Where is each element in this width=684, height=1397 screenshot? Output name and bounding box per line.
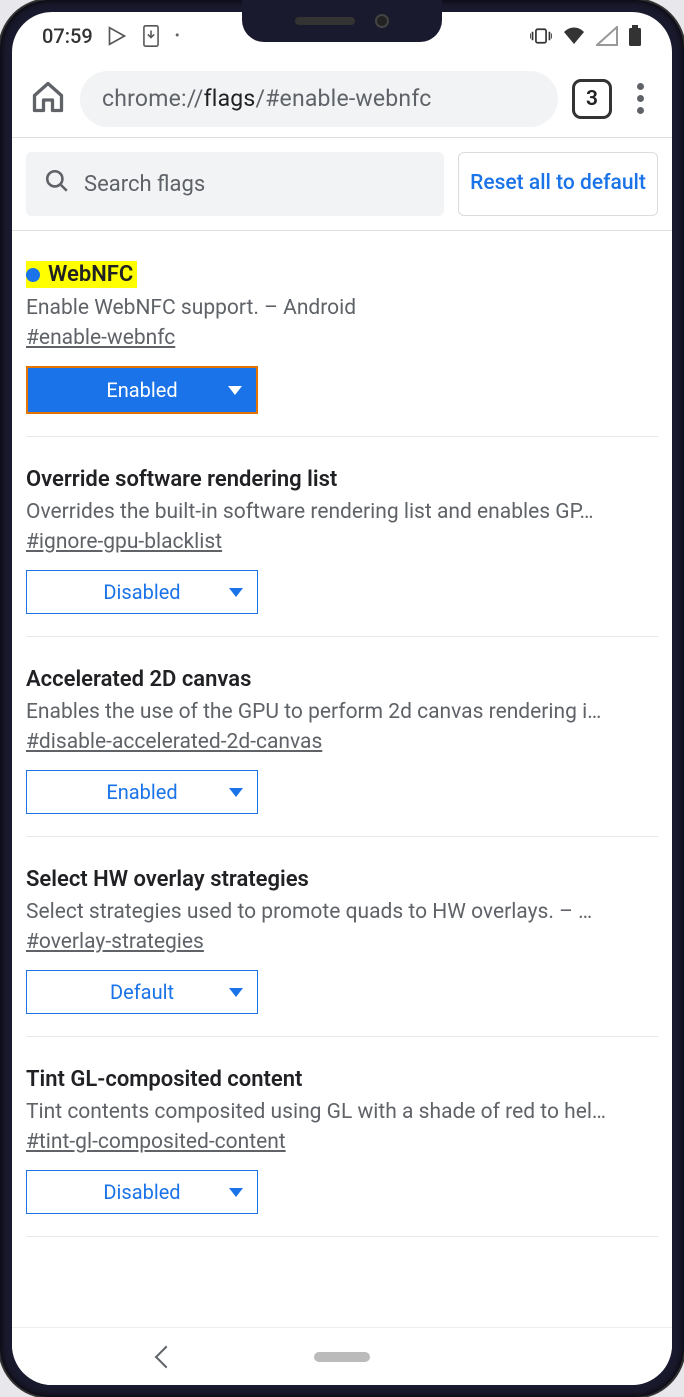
url-host: flags (204, 85, 256, 112)
chevron-down-icon (229, 788, 243, 797)
flag-permalink[interactable]: #tint-gl-composited-content (26, 1130, 286, 1154)
system-update-icon (141, 25, 161, 47)
home-pill[interactable] (314, 1352, 370, 1362)
home-icon[interactable] (30, 79, 66, 119)
search-icon (44, 168, 70, 200)
phone-frame: 07:59 • (0, 0, 684, 1397)
search-placeholder: Search flags (84, 172, 205, 197)
flag-title: Override software rendering list (26, 467, 337, 492)
flag-select[interactable]: Disabled (26, 570, 258, 614)
notch (242, 0, 442, 42)
reset-label: Reset all to default (470, 170, 646, 197)
flag-select[interactable]: Enabled (26, 770, 258, 814)
flag-item: WebNFC Enable WebNFC support. – Android … (26, 231, 658, 437)
screen: 07:59 • (12, 12, 672, 1385)
flag-item: Tint GL-composited content Tint contents… (26, 1037, 658, 1237)
play-store-icon (107, 26, 127, 46)
address-bar[interactable]: chrome://flags/#enable-webnfc (80, 71, 558, 127)
search-input[interactable]: Search flags (26, 152, 444, 216)
flag-select[interactable]: Disabled (26, 1170, 258, 1214)
chevron-down-icon (228, 386, 242, 395)
back-button[interactable] (155, 1345, 178, 1368)
flag-title: Accelerated 2D canvas (26, 667, 251, 692)
flag-description: Tint contents composited using GL with a… (26, 1100, 658, 1124)
flag-select-value: Enabled (106, 378, 177, 402)
tab-switcher[interactable]: 3 (572, 79, 612, 119)
status-time: 07:59 (42, 24, 93, 48)
flag-description: Enables the use of the GPU to perform 2d… (26, 700, 658, 724)
cellular-icon (596, 26, 618, 46)
flag-title: Select HW overlay strategies (26, 867, 309, 892)
flags-list[interactable]: WebNFC Enable WebNFC support. – Android … (12, 231, 672, 1327)
flag-select[interactable]: Enabled (26, 366, 258, 414)
flag-select[interactable]: Default (26, 970, 258, 1014)
flag-title: Tint GL-composited content (26, 1067, 302, 1092)
flags-toolbar: Search flags Reset all to default (12, 138, 672, 231)
flag-item: Select HW overlay strategies Select stra… (26, 837, 658, 1037)
flag-permalink[interactable]: #overlay-strategies (26, 930, 204, 954)
flag-description: Select strategies used to promote quads … (26, 900, 658, 924)
flag-select-value: Disabled (103, 1180, 180, 1204)
menu-icon[interactable] (626, 83, 654, 114)
flag-select-value: Disabled (103, 580, 180, 604)
url-scheme: chrome:// (102, 85, 204, 112)
flag-description: Enable WebNFC support. – Android (26, 296, 658, 320)
url-path: /#enable-webnfc (256, 85, 432, 112)
flag-permalink[interactable]: #ignore-gpu-blacklist (26, 530, 222, 554)
battery-icon (628, 25, 642, 47)
reset-all-button[interactable]: Reset all to default (458, 152, 658, 216)
wifi-icon (562, 26, 586, 46)
vibrate-icon (530, 26, 552, 46)
flag-permalink[interactable]: #disable-accelerated-2d-canvas (26, 730, 322, 754)
chevron-down-icon (229, 588, 243, 597)
system-nav-bar (12, 1327, 672, 1385)
more-notifications-dot: • (175, 28, 180, 44)
tab-count-value: 3 (586, 87, 598, 111)
flag-select-value: Enabled (106, 780, 177, 804)
chevron-down-icon (229, 1188, 243, 1197)
flag-item: Override software rendering list Overrid… (26, 437, 658, 637)
flag-description: Overrides the built-in software renderin… (26, 500, 658, 524)
modified-dot-icon (26, 268, 40, 282)
flag-title: WebNFC (26, 261, 137, 288)
flag-select-value: Default (110, 980, 174, 1004)
flag-item: Accelerated 2D canvas Enables the use of… (26, 637, 658, 837)
browser-toolbar: chrome://flags/#enable-webnfc 3 (12, 60, 672, 138)
flag-permalink[interactable]: #enable-webnfc (26, 326, 175, 350)
chevron-down-icon (229, 988, 243, 997)
